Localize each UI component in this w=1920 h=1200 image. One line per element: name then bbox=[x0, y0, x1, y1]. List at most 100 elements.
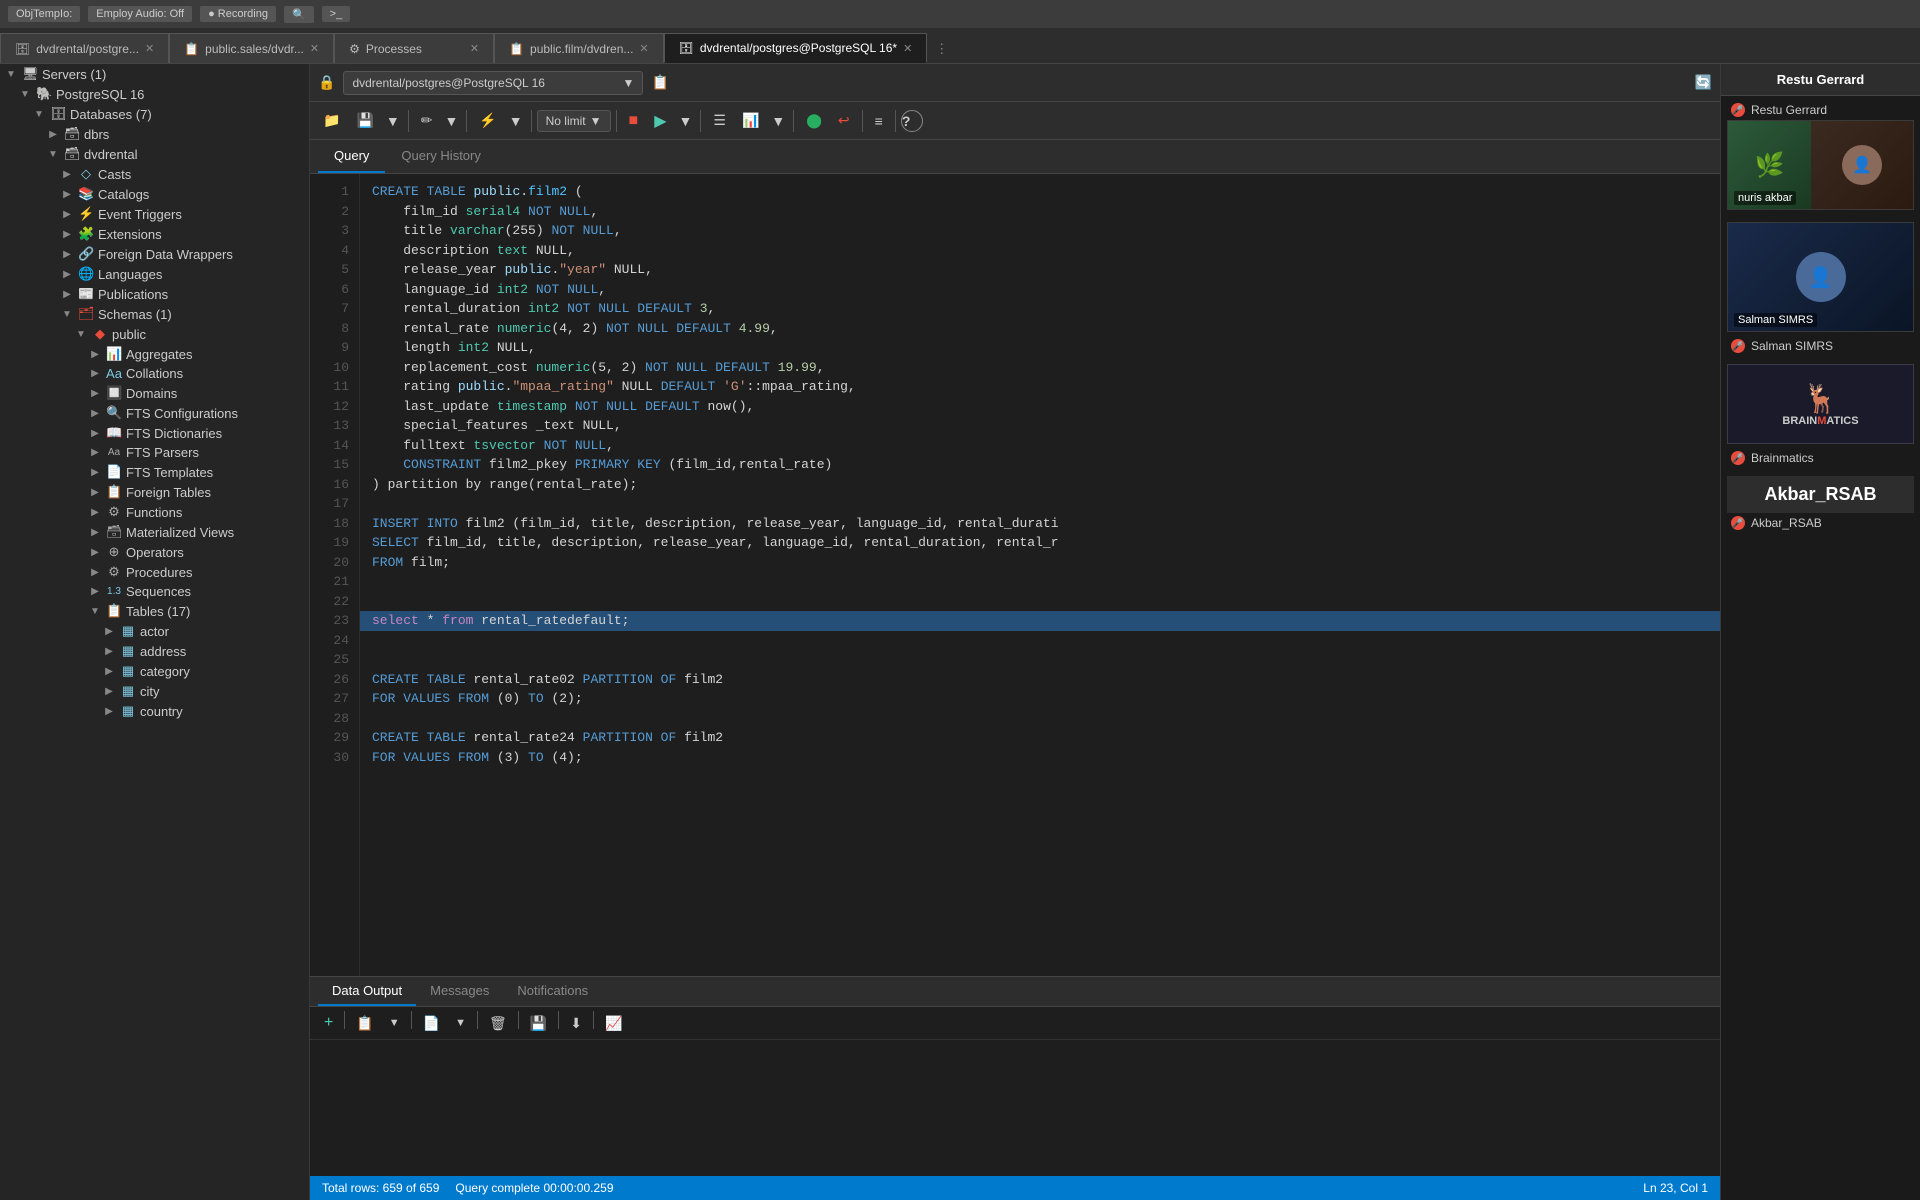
tab-data-output[interactable]: Data Output bbox=[318, 977, 416, 1006]
sidebar-item-aggregates[interactable]: ▶ 📊 Aggregates bbox=[0, 344, 309, 364]
explain-chart-btn[interactable]: 📊 bbox=[735, 108, 766, 133]
tab-close[interactable]: ✕ bbox=[310, 42, 319, 55]
code-content[interactable]: CREATE TABLE public.film2 ( film_id seri… bbox=[360, 174, 1720, 976]
edit-dropdown-btn[interactable]: ▼ bbox=[441, 109, 461, 133]
sidebar-item-actor[interactable]: ▶ ▦ actor bbox=[0, 621, 309, 641]
sidebar-item-fts-templates[interactable]: ▶ 📄 FTS Templates bbox=[0, 462, 309, 482]
sidebar-item-procedures[interactable]: ▶ ⚙ Procedures bbox=[0, 562, 309, 582]
explain-dropdown-btn[interactable]: ▼ bbox=[768, 109, 788, 133]
tabs-bar: 🗄 dvdrental/postgre... ✕ 📋 public.sales/… bbox=[0, 28, 1920, 64]
paste-dropdown-btn[interactable]: ▼ bbox=[449, 1011, 472, 1035]
rollback-btn[interactable]: ↩ bbox=[831, 108, 857, 133]
download-btn[interactable]: ⬇ bbox=[564, 1011, 588, 1035]
employ-audio-btn[interactable]: Employ Audio: Off bbox=[88, 6, 192, 22]
sidebar-item-domains[interactable]: ▶ 🔲 Domains bbox=[0, 383, 309, 403]
save-data-btn[interactable]: 💾 bbox=[524, 1011, 553, 1035]
limit-dropdown[interactable]: No limit ▼ bbox=[537, 110, 611, 132]
sidebar-item-address[interactable]: ▶ ▦ address bbox=[0, 641, 309, 661]
paste-btn[interactable]: 📄 bbox=[417, 1011, 446, 1035]
tab-close[interactable]: ✕ bbox=[470, 42, 479, 55]
sidebar-item-fts-parsers[interactable]: ▶ Aa FTS Parsers bbox=[0, 443, 309, 462]
sidebar-item-city[interactable]: ▶ ▦ city bbox=[0, 681, 309, 701]
sidebar-item-databases[interactable]: ▼ 🗄 Databases (7) bbox=[0, 104, 309, 124]
sidebar-item-publications[interactable]: ▶ 📰 Publications bbox=[0, 284, 309, 304]
edit-btn[interactable]: ✏ bbox=[414, 108, 440, 133]
sidebar-item-foreign-tables[interactable]: ▶ 📋 Foreign Tables bbox=[0, 482, 309, 502]
expand-arrow: ▶ bbox=[88, 388, 102, 399]
obj-temp-btn[interactable]: ObjTempIo: bbox=[8, 6, 80, 22]
sidebar-item-tables[interactable]: ▼ 📋 Tables (17) bbox=[0, 601, 309, 621]
commit-btn[interactable]: ⬤ bbox=[799, 108, 829, 133]
refresh-icon[interactable]: 🔄 bbox=[1695, 74, 1712, 91]
filter-btn[interactable]: ⚡ bbox=[472, 108, 503, 133]
tab-messages[interactable]: Messages bbox=[416, 977, 503, 1006]
status-bar: Total rows: 659 of 659 Query complete 00… bbox=[310, 1176, 1720, 1200]
fts-dict-label: FTS Dictionaries bbox=[126, 426, 222, 441]
add-row-btn[interactable]: + bbox=[318, 1011, 339, 1035]
connection-selector[interactable]: dvdrental/postgres@PostgreSQL 16 ▼ bbox=[343, 71, 643, 95]
stop-btn[interactable]: ■ bbox=[622, 108, 646, 134]
sidebar-item-servers[interactable]: ▼ 🖥 Servers (1) bbox=[0, 64, 309, 84]
tab-close[interactable]: ✕ bbox=[145, 42, 154, 55]
tab-sales[interactable]: 📋 public.sales/dvdr... ✕ bbox=[169, 33, 334, 63]
filter-dropdown-btn[interactable]: ▼ bbox=[506, 109, 526, 133]
tab-close[interactable]: ✕ bbox=[639, 42, 648, 55]
sidebar-item-extensions[interactable]: ▶ 🧩 Extensions bbox=[0, 224, 309, 244]
sidebar-item-mat-views[interactable]: ▶ 🗃 Materialized Views bbox=[0, 522, 309, 542]
tab-close[interactable]: ✕ bbox=[903, 42, 912, 55]
copy-dropdown-btn[interactable]: ▼ bbox=[383, 1011, 406, 1035]
help-btn[interactable]: ? bbox=[901, 110, 923, 132]
copy-btn[interactable]: 📋 bbox=[350, 1011, 379, 1035]
tabs-overflow-btn[interactable]: ⋮ bbox=[927, 35, 956, 63]
db-icon: 🗃 bbox=[64, 126, 80, 142]
run-dropdown-btn[interactable]: ▼ bbox=[676, 109, 696, 133]
tab-film[interactable]: 📋 public.film/dvdren... ✕ bbox=[494, 33, 664, 63]
save-dropdown-btn[interactable]: ▼ bbox=[383, 109, 403, 133]
sidebar-item-schemas[interactable]: ▼ 🗂 Schemas (1) bbox=[0, 304, 309, 324]
tab-dvdrental-1[interactable]: 🗄 dvdrental/postgre... ✕ bbox=[0, 33, 169, 63]
sidebar-item-pg16[interactable]: ▼ 🐘 PostgreSQL 16 bbox=[0, 84, 309, 104]
sidebar-item-country[interactable]: ▶ ▦ country bbox=[0, 701, 309, 721]
sidebar-item-sequences[interactable]: ▶ 1.3 Sequences bbox=[0, 582, 309, 601]
open-file-btn[interactable]: 📁 bbox=[316, 108, 347, 133]
sidebar-item-functions[interactable]: ▶ ⚙ Functions bbox=[0, 502, 309, 522]
code-editor[interactable]: 12345 678910 1112131415 1617181920 21222… bbox=[310, 174, 1720, 976]
macros-btn[interactable]: ≡ bbox=[868, 109, 890, 133]
tab-query[interactable]: Query bbox=[318, 140, 385, 173]
connection-text: dvdrental/postgres@PostgreSQL 16 bbox=[352, 76, 545, 90]
sidebar-item-catalogs[interactable]: ▶ 📚 Catalogs bbox=[0, 184, 309, 204]
salman-name-label: Salman SIMRS bbox=[1751, 339, 1833, 353]
dvdrental-label: dvdrental bbox=[84, 147, 137, 162]
chart-btn[interactable]: 📈 bbox=[599, 1011, 628, 1035]
explain-btn[interactable]: ☰ bbox=[706, 108, 733, 133]
sidebar-item-fts-dict[interactable]: ▶ 📖 FTS Dictionaries bbox=[0, 423, 309, 443]
sidebar-item-fts-config[interactable]: ▶ 🔍 FTS Configurations bbox=[0, 403, 309, 423]
tab-dvdrental-active[interactable]: 🗄 dvdrental/postgres@PostgreSQL 16* ✕ bbox=[664, 33, 928, 63]
delete-row-btn[interactable]: 🗑 bbox=[483, 1011, 513, 1035]
separator bbox=[862, 110, 863, 132]
casts-label: Casts bbox=[98, 167, 131, 182]
sidebar-item-languages[interactable]: ▶ 🌐 Languages bbox=[0, 264, 309, 284]
tab-icon: ⚙ bbox=[349, 42, 360, 56]
terminal-btn[interactable]: >_ bbox=[322, 6, 351, 22]
tab-notifications[interactable]: Notifications bbox=[503, 977, 602, 1006]
save-btn[interactable]: 💾 bbox=[349, 108, 380, 133]
tab-query-history[interactable]: Query History bbox=[385, 140, 496, 173]
dropdown-arrow-icon: ▼ bbox=[623, 76, 635, 90]
clipboard-icon[interactable]: 📋 bbox=[651, 74, 668, 91]
sidebar-item-casts[interactable]: ▶ ◇ Casts bbox=[0, 164, 309, 184]
tab-processes[interactable]: ⚙ Processes ✕ bbox=[334, 33, 494, 63]
sidebar-item-event-triggers[interactable]: ▶ ⚡ Event Triggers bbox=[0, 204, 309, 224]
sidebar-item-collations[interactable]: ▶ Aa Collations bbox=[0, 364, 309, 383]
recording-btn[interactable]: ● Recording bbox=[200, 6, 276, 22]
sidebar-item-category[interactable]: ▶ ▦ category bbox=[0, 661, 309, 681]
sidebar-item-fdw[interactable]: ▶ 🔗 Foreign Data Wrappers bbox=[0, 244, 309, 264]
sidebar-item-operators[interactable]: ▶ ⊕ Operators bbox=[0, 542, 309, 562]
run-btn[interactable]: ▶ bbox=[647, 107, 673, 135]
expand-arrow: ▶ bbox=[88, 487, 102, 498]
sidebar-item-dvdrental[interactable]: ▼ 🗃 dvdrental bbox=[0, 144, 309, 164]
search-btn[interactable]: 🔍 bbox=[284, 6, 314, 23]
sidebar-item-dbrs[interactable]: ▶ 🗃 dbrs bbox=[0, 124, 309, 144]
sidebar-item-public[interactable]: ▼ ◆ public bbox=[0, 324, 309, 344]
sequences-label: Sequences bbox=[126, 584, 191, 599]
